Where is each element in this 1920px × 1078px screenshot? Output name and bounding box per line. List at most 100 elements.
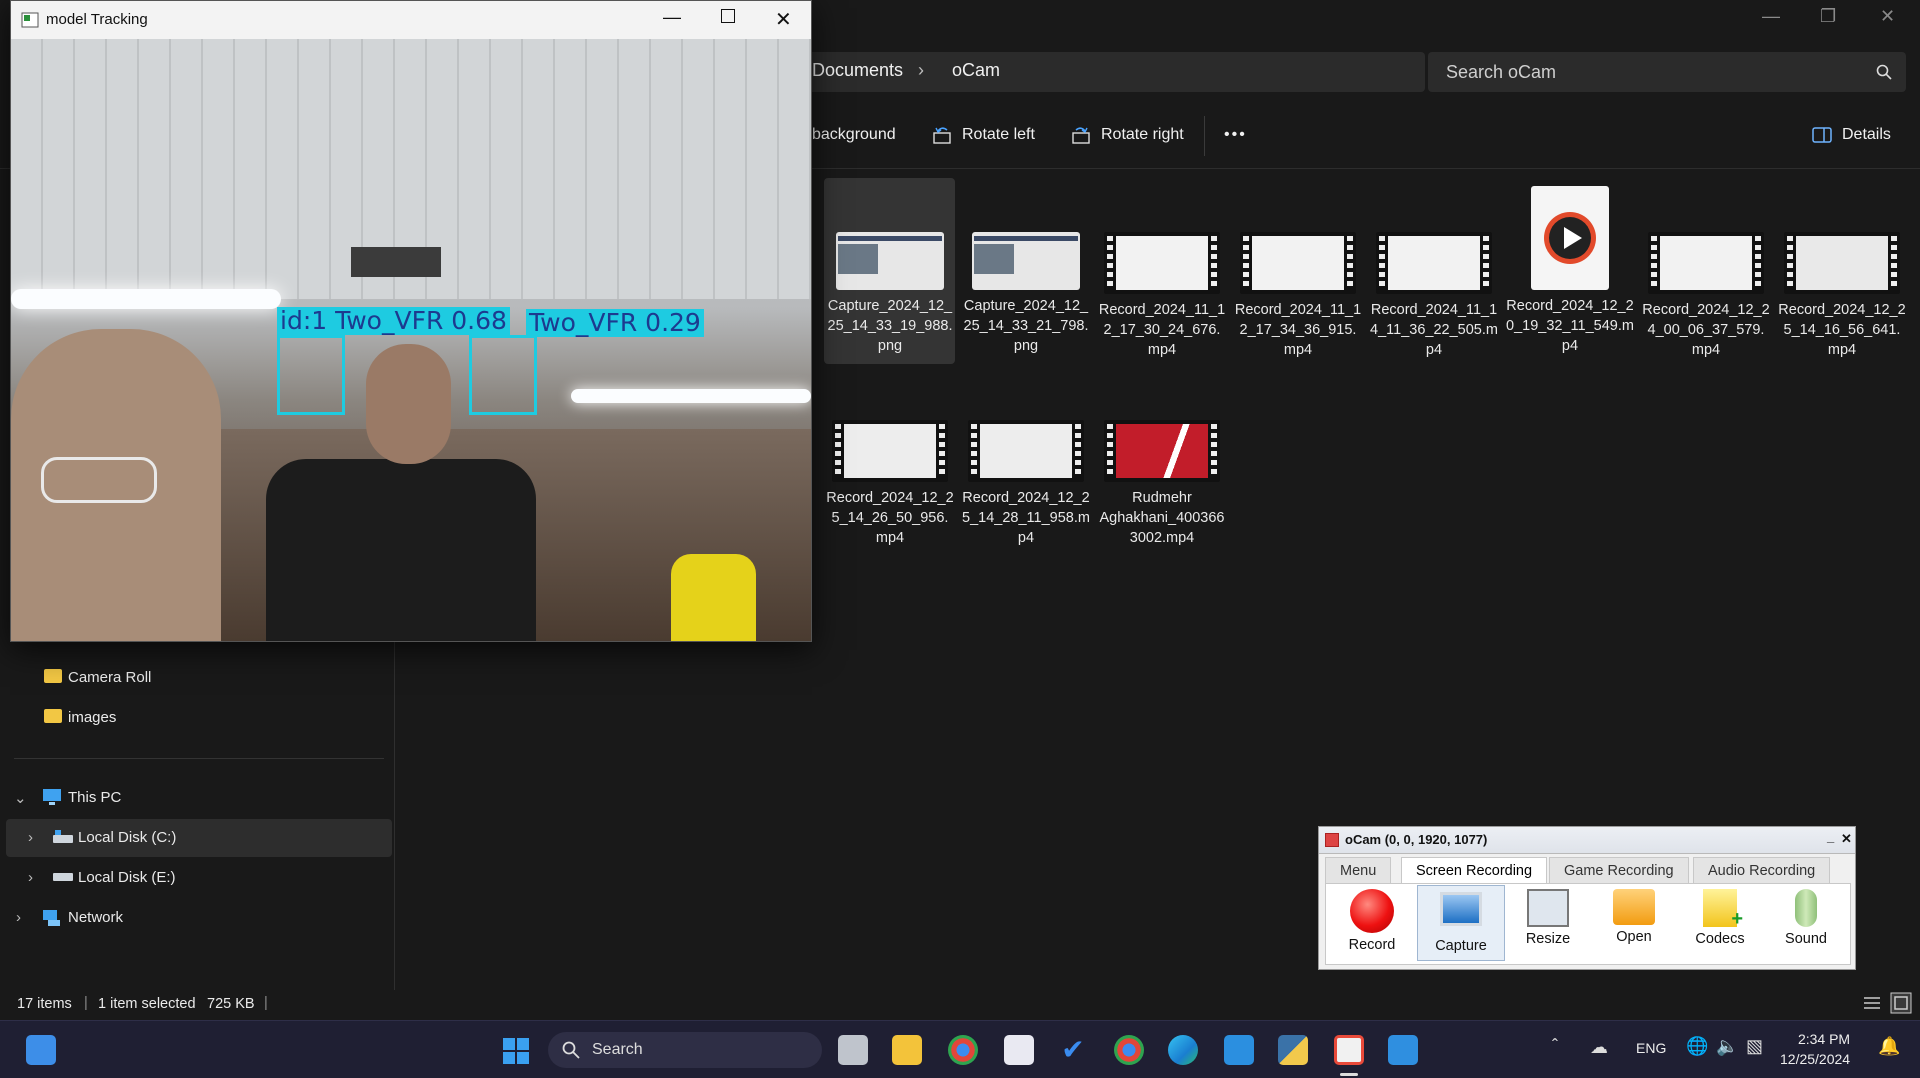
clock[interactable]: 2:34 PM 12/25/2024 [1780, 1029, 1850, 1069]
todo-icon[interactable]: ✔ [1058, 1035, 1088, 1065]
file-name: Record_2024_12_24_00_06_37_579.mp4 [1642, 302, 1770, 358]
camera-feed: id:1 Two_VFR 0.68 Two_VFR 0.29 [11, 39, 811, 641]
search-input[interactable]: Search oCam [1446, 62, 1556, 83]
start-icon[interactable] [502, 1037, 530, 1065]
file-tile[interactable]: Record_2024_12_20_19_32_11_549.mp4 [1506, 186, 1634, 356]
file-name: Record_2024_12_20_19_32_11_549.mp4 [1506, 298, 1634, 354]
tracking-window-titlebar[interactable]: model Tracking — ✕ [11, 1, 811, 39]
chevron-down-icon[interactable]: ⌄ [14, 789, 27, 807]
network-icon [43, 910, 60, 926]
status-divider: | [264, 995, 268, 1011]
resize-icon [1527, 889, 1569, 927]
battery-icon[interactable]: ▧ [1746, 1036, 1763, 1057]
snipping-tool-icon[interactable] [1004, 1035, 1034, 1065]
chrome-icon[interactable] [948, 1035, 978, 1065]
image-thumbnail [836, 232, 944, 290]
tab-audio-recording[interactable]: Audio Recording [1693, 857, 1831, 885]
maximize-icon[interactable] [721, 9, 735, 23]
record-icon [1350, 889, 1394, 933]
file-tile[interactable]: Capture_2024_12_25_14_33_19_988.png [826, 232, 954, 356]
resize-label: Resize [1525, 931, 1571, 947]
more-options-button[interactable]: ••• [1224, 126, 1247, 144]
search-box[interactable]: Search oCam [1428, 52, 1906, 92]
file-tile[interactable]: Record_2024_12_25_14_28_11_958.mp4 [962, 420, 1090, 548]
resize-button[interactable]: Resize [1505, 885, 1591, 959]
status-item-count: 17 items [17, 996, 72, 1012]
minimize-icon[interactable]: — [1762, 6, 1780, 27]
breadcrumb-documents[interactable]: Documents [812, 60, 903, 81]
app-icon [21, 12, 39, 28]
python-icon[interactable] [1278, 1035, 1308, 1065]
rotate-right-button[interactable]: Rotate right [1071, 126, 1184, 144]
chevron-right-icon[interactable]: › [28, 869, 33, 886]
globe-icon[interactable]: 🌐 [1686, 1036, 1708, 1057]
sidebar-item-images[interactable]: images [0, 699, 394, 737]
sidebar-item-local-disk-e[interactable]: › Local Disk (E:) [0, 859, 394, 897]
thumbnail-photo [974, 244, 1014, 274]
restore-icon[interactable]: ❐ [1820, 6, 1836, 27]
list-view-icon[interactable] [1862, 994, 1882, 1012]
close-icon[interactable]: ✕ [775, 7, 792, 32]
task-view-icon[interactable] [838, 1035, 868, 1065]
file-tile[interactable]: Rudmehr Aghakhani_4003663002.mp4 [1098, 420, 1226, 548]
language-indicator[interactable]: ENG [1636, 1040, 1666, 1056]
tiles-view-icon[interactable] [1890, 992, 1912, 1014]
sound-button[interactable]: Sound [1763, 885, 1849, 959]
ocam-titlebar[interactable]: oCam (0, 0, 1920, 1077) _ ✕ [1319, 827, 1855, 854]
tracking-window[interactable]: model Tracking — ✕ id:1 Two_VFR 0.68 Two… [10, 0, 812, 642]
details-button[interactable]: Details [1812, 126, 1891, 144]
ocam-taskbar-icon[interactable] [1334, 1035, 1364, 1065]
tab-screen-recording[interactable]: Screen Recording [1401, 857, 1548, 885]
edge-icon[interactable] [1168, 1035, 1198, 1065]
close-icon[interactable]: ✕ [1880, 6, 1895, 27]
codecs-button[interactable]: + Codecs [1677, 885, 1763, 959]
thumbnail-frame [844, 424, 936, 478]
sidebar-item-local-disk-c[interactable]: › Local Disk (C:) [6, 819, 392, 857]
monitor-icon [1440, 892, 1482, 926]
computer-icon [43, 789, 61, 805]
video-thumbnail [1104, 232, 1220, 294]
minimize-icon[interactable]: _ [1827, 829, 1834, 844]
file-name: Record_2024_12_25_14_26_50_956.mp4 [826, 490, 954, 546]
open-button[interactable]: Open [1591, 885, 1677, 959]
chevron-up-icon[interactable]: ˆ [1552, 1036, 1558, 1057]
file-explorer-icon[interactable] [892, 1035, 922, 1065]
capture-button[interactable]: Capture [1417, 885, 1505, 961]
set-background-button[interactable]: background [812, 126, 896, 144]
ocam-window[interactable]: oCam (0, 0, 1920, 1077) _ ✕ Menu Screen … [1318, 826, 1856, 970]
widgets-icon[interactable] [26, 1035, 56, 1065]
sidebar-item-this-pc[interactable]: ⌄ This PC [0, 779, 394, 817]
file-tile[interactable]: Record_2024_11_14_11_36_22_505.mp4 [1370, 232, 1498, 360]
file-tile[interactable]: Capture_2024_12_25_14_33_21_798.png [962, 232, 1090, 356]
chevron-right-icon[interactable]: › [28, 829, 33, 846]
sidebar-item-network[interactable]: › Network [0, 899, 394, 937]
folder-open-icon [1613, 889, 1655, 925]
taskbar-search[interactable]: Search [548, 1032, 822, 1068]
chevron-right-icon[interactable]: › [16, 909, 21, 926]
sidebar-item-camera-roll[interactable]: Camera Roll [0, 659, 394, 697]
notification-icon[interactable]: 🔔 [1878, 1036, 1900, 1057]
tab-game-recording[interactable]: Game Recording [1549, 857, 1689, 885]
breadcrumb-ocam[interactable]: oCam [952, 60, 1000, 81]
onedrive-icon[interactable]: ☁ [1590, 1037, 1608, 1058]
thumbnail-frame [1116, 236, 1208, 290]
minimize-icon[interactable]: — [663, 7, 681, 28]
close-icon[interactable]: ✕ [1841, 831, 1852, 847]
volume-icon[interactable]: 🔈 [1716, 1036, 1738, 1057]
tab-menu[interactable]: Menu [1325, 857, 1392, 885]
file-tile[interactable]: Record_2024_11_12_17_30_24_676.mp4 [1098, 232, 1226, 360]
record-button[interactable]: Record [1329, 885, 1415, 959]
file-tile[interactable]: Record_2024_11_12_17_34_36_915.mp4 [1234, 232, 1362, 360]
file-tile[interactable]: Record_2024_12_25_14_26_50_956.mp4 [826, 420, 954, 548]
toolbar-divider [1204, 116, 1205, 156]
file-tile[interactable]: Record_2024_12_25_14_16_56_641.mp4 [1778, 232, 1906, 360]
folder-icon [44, 669, 62, 683]
chrome-icon[interactable] [1114, 1035, 1144, 1065]
rotate-left-button[interactable]: Rotate left [932, 126, 1035, 144]
window-title: model Tracking [46, 11, 148, 28]
photos-icon[interactable] [1388, 1035, 1418, 1065]
vscode-icon[interactable] [1224, 1035, 1254, 1065]
status-divider: | [84, 995, 88, 1011]
folder-icon [44, 709, 62, 723]
file-tile[interactable]: Record_2024_12_24_00_06_37_579.mp4 [1642, 232, 1770, 360]
